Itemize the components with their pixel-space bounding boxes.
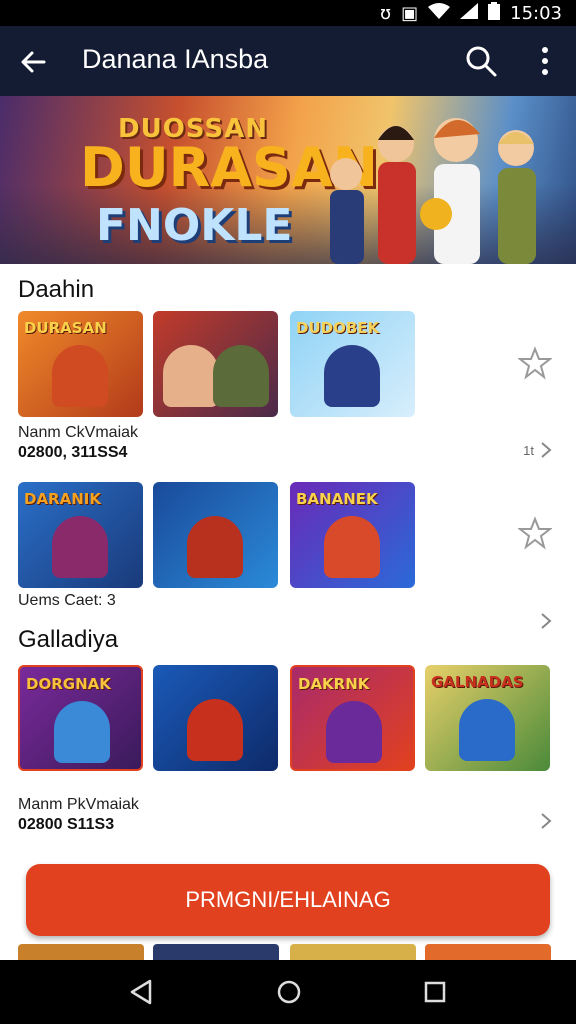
- game-tile-peek[interactable]: [18, 944, 144, 960]
- game-tile[interactable]: DARANIK: [18, 482, 143, 588]
- game-art: [52, 516, 108, 578]
- game-art: [52, 345, 108, 407]
- game-tile[interactable]: [153, 482, 278, 588]
- n-icon: ʊ: [379, 3, 392, 24]
- game-tile[interactable]: [153, 311, 278, 417]
- game-art: [163, 345, 219, 407]
- primary-action-button[interactable]: PRMGNI/EHLAINAG: [26, 864, 550, 936]
- item-meta-numbers: 02800 S11S3: [18, 816, 115, 833]
- star-icon[interactable]: [518, 516, 552, 550]
- game-art: [326, 701, 382, 763]
- status-time: 15:03: [510, 3, 562, 24]
- arrow-left-icon: [21, 51, 46, 73]
- page-title: Danana IAnsba: [82, 44, 269, 74]
- more-vert-icon: [542, 47, 548, 75]
- game-art: [324, 345, 380, 407]
- chevron-right-icon[interactable]: [536, 440, 556, 460]
- game-tile[interactable]: DORGNAK: [18, 665, 143, 771]
- star-icon[interactable]: [518, 346, 552, 380]
- game-tile[interactable]: GALNADAS: [425, 665, 550, 771]
- item-tag: 1t: [523, 443, 534, 458]
- item-meta-numbers: 02800, 311SS4: [18, 444, 128, 461]
- chevron-right-icon[interactable]: [536, 611, 556, 631]
- game-tile[interactable]: BANANEK: [290, 482, 415, 588]
- game-tile-title: BANANEK: [296, 490, 378, 508]
- hero-title-2: FNOKLE: [96, 200, 293, 251]
- game-tile-peek[interactable]: [425, 944, 551, 960]
- chevron-right-icon[interactable]: [536, 811, 556, 831]
- wifi-icon: [428, 3, 451, 24]
- game-tile-title: DORGNAK: [26, 675, 111, 693]
- game-art: [324, 516, 380, 578]
- game-tile[interactable]: DUDOBEK: [290, 311, 415, 417]
- game-tile-title: DARANIK: [24, 490, 101, 508]
- game-art: [459, 699, 515, 761]
- game-tile[interactable]: DAKRNK: [290, 665, 415, 771]
- game-tile-title: DURASAN: [24, 319, 107, 337]
- game-tile-peek[interactable]: [290, 944, 416, 960]
- signal-icon: [460, 3, 479, 24]
- search-icon: [466, 46, 497, 77]
- game-tile[interactable]: DURASAN: [18, 311, 143, 417]
- game-art: [187, 699, 243, 761]
- game-tile-title: DAKRNK: [298, 675, 370, 693]
- more-options-button[interactable]: [530, 42, 560, 80]
- item-meta: Nanm CkVmaiak: [18, 424, 139, 441]
- section-title-daahin: Daahin: [18, 276, 95, 303]
- hero-characters-image: [330, 118, 536, 264]
- battery-icon: [488, 2, 501, 25]
- search-button[interactable]: [462, 42, 500, 80]
- item-meta: Manm PkVmaiak: [18, 796, 139, 813]
- game-art: [187, 516, 243, 578]
- back-nav-icon[interactable]: [128, 978, 154, 1006]
- game-tile-peek[interactable]: [153, 944, 279, 960]
- item-meta: Uems Caet: 3: [18, 592, 116, 609]
- status-bar: ʊ ▣ 15:03: [0, 0, 576, 26]
- game-tile-title: DUDOBEK: [296, 319, 380, 337]
- system-nav-bar: [0, 960, 576, 1024]
- notification-icon: ▣: [401, 3, 419, 24]
- hero-banner[interactable]: DUOSSAN DURASAN FNOKLE: [0, 96, 576, 264]
- recents-nav-icon[interactable]: [423, 978, 447, 1006]
- back-button[interactable]: [14, 42, 54, 82]
- game-tile[interactable]: [153, 665, 278, 771]
- app-bar: Danana IAnsba: [0, 26, 576, 96]
- home-nav-icon[interactable]: [275, 978, 303, 1006]
- game-tile-title: GALNADAS: [431, 673, 524, 691]
- section-title-galladiya: Galladiya: [18, 626, 119, 653]
- game-art: [54, 701, 110, 763]
- game-art: [213, 345, 269, 407]
